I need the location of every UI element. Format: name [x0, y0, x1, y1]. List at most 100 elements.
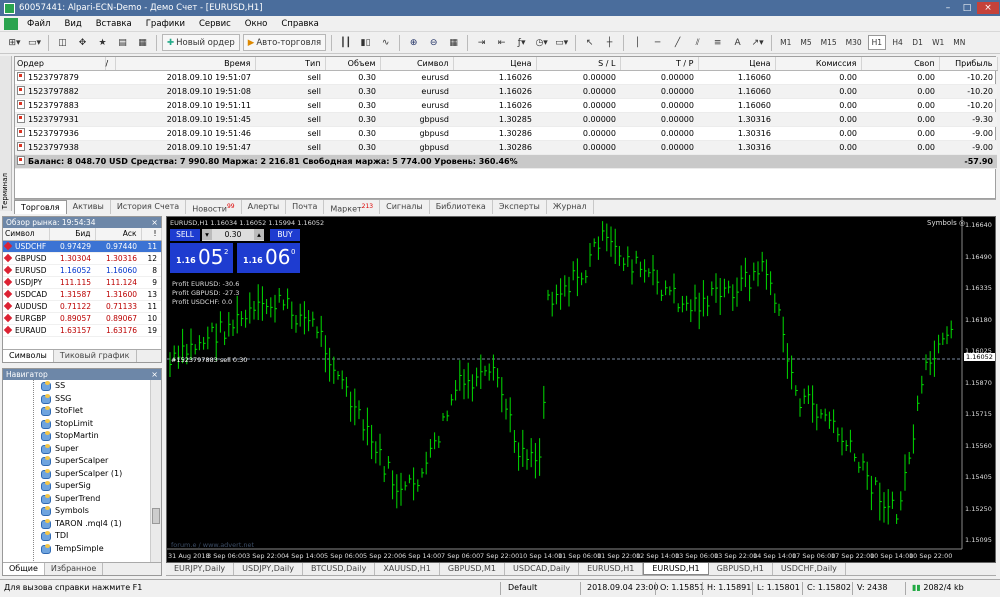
col-swap[interactable]: Своп — [861, 57, 940, 71]
status-profile[interactable]: Default — [508, 583, 537, 592]
navigator-item[interactable]: Symbols — [3, 505, 151, 518]
mw-col-ask[interactable]: Аск — [95, 228, 142, 241]
timeframe-m5[interactable]: M5 — [797, 35, 814, 50]
profiles-icon[interactable]: ▭▾ — [26, 34, 43, 51]
timeframe-mn[interactable]: MN — [950, 35, 968, 50]
chart-tab[interactable]: BTCUSD,Daily — [303, 563, 376, 575]
tile-windows-icon[interactable]: ▦ — [445, 34, 462, 51]
terminal-tab[interactable]: Новости99 — [186, 200, 242, 214]
tab-symbols[interactable]: Символы — [3, 350, 54, 362]
navigator-item[interactable]: SuperScalper (1) — [3, 468, 151, 481]
close-button[interactable]: × — [977, 2, 999, 14]
terminal-tab[interactable]: Алерты — [242, 200, 287, 214]
terminal-tab[interactable]: Эксперты — [493, 200, 547, 214]
col-symbol[interactable]: Символ — [380, 57, 454, 71]
order-row[interactable]: 1523797879 2018.09.10 19:51:07 sell 0.30 eur… — [15, 70, 997, 85]
terminal-icon[interactable]: ▤ — [114, 34, 131, 51]
data-window-icon[interactable]: ✥ — [74, 34, 91, 51]
terminal-tab[interactable]: Маркет213 — [324, 200, 381, 214]
new-order-button[interactable]: ✚ Новый ордер — [162, 34, 240, 51]
fibo-icon[interactable]: ≡ — [709, 34, 726, 51]
menu-insert[interactable]: Вставка — [89, 19, 139, 29]
menu-tools[interactable]: Сервис — [192, 19, 238, 29]
navigator-item[interactable]: TARON .mql4 (1) — [3, 518, 151, 531]
navigator-icon[interactable]: ★ — [94, 34, 111, 51]
navigator-item[interactable]: TDI — [3, 530, 151, 543]
chart-tab[interactable]: USDCAD,Daily — [505, 563, 580, 575]
indicators-icon[interactable]: ƒ▾ — [513, 34, 530, 51]
tab-tick-chart[interactable]: Тиковый график — [54, 350, 137, 362]
zoom-out-icon[interactable]: ⊖ — [425, 34, 442, 51]
timeframe-w1[interactable]: W1 — [929, 35, 947, 50]
col-sl[interactable]: S / L — [536, 57, 621, 71]
order-row[interactable]: 1523797938 2018.09.10 19:51:47 sell 0.30 gbp… — [15, 140, 997, 155]
sell-price[interactable]: 1.16 05 2 — [170, 243, 233, 273]
col-order[interactable]: Ордер — [15, 57, 106, 71]
order-row[interactable]: 1523797883 2018.09.10 19:51:11 sell 0.30 eur… — [15, 98, 997, 113]
navigator-item[interactable]: SuperScalper — [3, 455, 151, 468]
minimize-button[interactable]: – — [939, 2, 957, 14]
navigator-item[interactable]: SS — [3, 380, 151, 393]
chart-tab[interactable]: USDJPY,Daily — [234, 563, 303, 575]
order-line-label[interactable]: #1523797883 sell 0.30 — [171, 356, 247, 364]
terminal-tab[interactable]: Активы — [67, 200, 111, 214]
chart-tab[interactable]: EURJPY,Daily — [166, 563, 235, 575]
close-icon[interactable]: × — [151, 217, 158, 228]
mw-col-bid[interactable]: Бид — [49, 228, 96, 241]
chart-tab[interactable]: GBPUSD,H1 — [709, 563, 773, 575]
buy-button[interactable]: BUY — [270, 229, 300, 241]
line-chart-icon[interactable]: ∿ — [377, 34, 394, 51]
col-volume[interactable]: Объем — [325, 57, 381, 71]
chart-tab[interactable]: EURUSD,H1 — [643, 563, 709, 575]
navigator-item[interactable]: TempSimple — [3, 543, 151, 556]
scroll-thumb[interactable] — [152, 508, 160, 524]
timeframe-h4[interactable]: H4 — [889, 35, 906, 50]
chart-tab[interactable]: EURUSD,H1 — [579, 563, 644, 575]
chart-tab[interactable]: USDCHF,Daily — [773, 563, 846, 575]
trendline-icon[interactable]: ╱ — [669, 34, 686, 51]
market-watch-row[interactable]: USDCAD 1.31587 1.31600 13 — [3, 288, 161, 301]
order-row[interactable]: 1523797882 2018.09.10 19:51:08 sell 0.30 eur… — [15, 84, 997, 99]
periods-icon[interactable]: ◷▾ — [533, 34, 550, 51]
candle-chart-icon[interactable]: ▮▯ — [357, 34, 374, 51]
navigator-item[interactable]: StopLimit — [3, 418, 151, 431]
zoom-in-icon[interactable]: ⊕ — [405, 34, 422, 51]
col-profit[interactable]: Прибыль — [939, 57, 998, 71]
terminal-tab[interactable]: Журнал — [547, 200, 594, 214]
navigator-item[interactable]: StoFlet — [3, 405, 151, 418]
channel-icon[interactable]: ⫽ — [689, 34, 706, 51]
market-watch-row[interactable]: EURUSD 1.16052 1.16060 8 — [3, 264, 161, 277]
text-icon[interactable]: A — [729, 34, 746, 51]
terminal-tab[interactable]: Библиотека — [430, 200, 493, 214]
cursor-icon[interactable]: ↖ — [581, 34, 598, 51]
market-watch-row[interactable]: USDJPY 111.115 111.124 9 — [3, 276, 161, 289]
templates-icon[interactable]: ▭▾ — [553, 34, 570, 51]
new-chart-icon[interactable]: ⊞▾ — [6, 34, 23, 51]
market-watch-row[interactable]: USDCHF 0.97429 0.97440 11 — [3, 240, 161, 253]
navigator-item[interactable]: SuperTrend — [3, 493, 151, 506]
timeframe-h1[interactable]: H1 — [867, 35, 887, 50]
arrows-icon[interactable]: ↗▾ — [749, 34, 766, 51]
navigator-item[interactable]: StopMartin — [3, 430, 151, 443]
menu-charts[interactable]: Графики — [139, 19, 192, 29]
chart-tab[interactable]: XAUUSD,H1 — [375, 563, 440, 575]
maximize-button[interactable]: □ — [958, 2, 976, 14]
col-price[interactable]: Цена — [453, 57, 537, 71]
menu-window[interactable]: Окно — [238, 19, 275, 29]
bar-chart-icon[interactable]: ┃┃ — [337, 34, 354, 51]
market-watch-row[interactable]: AUDUSD 0.71122 0.71133 11 — [3, 300, 161, 313]
autoscroll-icon[interactable]: ⇤ — [493, 34, 510, 51]
menu-help[interactable]: Справка — [274, 19, 325, 29]
order-row[interactable]: 1523797931 2018.09.10 19:51:45 sell 0.30 gbp… — [15, 112, 997, 127]
close-icon[interactable]: × — [151, 369, 158, 380]
lot-down-icon[interactable]: ▾ — [202, 229, 212, 240]
menu-file[interactable]: Файл — [20, 19, 57, 29]
crosshair-icon[interactable]: ┼ — [601, 34, 618, 51]
lot-up-icon[interactable]: ▴ — [254, 229, 264, 240]
navigator-item[interactable]: SuperSig — [3, 480, 151, 493]
tab-favorites[interactable]: Избранное — [45, 563, 104, 575]
navigator-scrollbar[interactable] — [150, 380, 161, 563]
col-commission[interactable]: Комиссия — [775, 57, 862, 71]
col-time[interactable]: Время — [115, 57, 256, 71]
chart-tab[interactable]: GBPUSD,M1 — [440, 563, 506, 575]
